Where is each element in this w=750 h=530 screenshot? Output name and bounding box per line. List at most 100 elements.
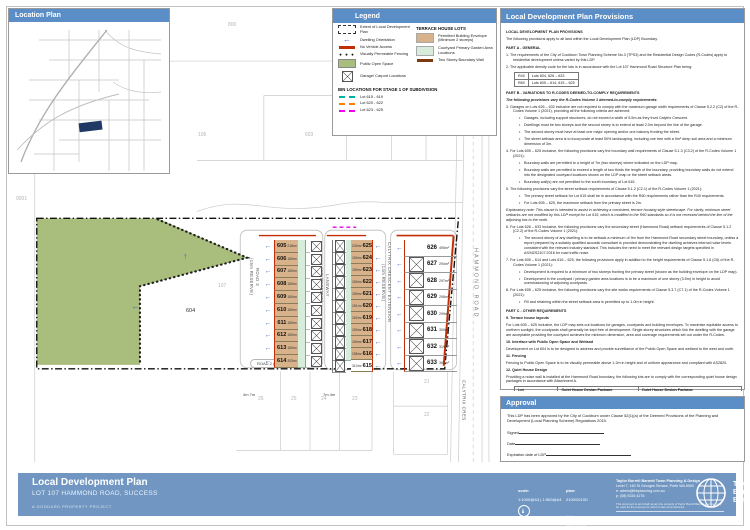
building-envelope: 609 150m² bbox=[274, 291, 298, 304]
dwelling-orientation-arrow bbox=[373, 243, 383, 250]
garage-location-icon bbox=[311, 254, 322, 265]
garage-location-icon bbox=[409, 306, 424, 321]
lot-number: 608 bbox=[277, 281, 286, 287]
garage-location-icon bbox=[335, 264, 345, 276]
provisions-blocks-a: LOCAL DEVELOPMENT PLAN PROVISIONSThe fol… bbox=[506, 30, 739, 69]
lot-number: 605 bbox=[277, 243, 286, 249]
legend-item: Courtyard Primary Garden Area Locations bbox=[416, 46, 495, 56]
lot-area: 150m² bbox=[352, 268, 362, 272]
survey-label: 9001 bbox=[16, 196, 27, 202]
legend-item: Extent of Local Development Plan bbox=[338, 25, 411, 34]
building-envelope: 153m² 618 bbox=[351, 324, 373, 336]
globe-logo-icon bbox=[694, 476, 728, 510]
sheet-subtitle: LOT 107 HAMMOND ROAD, SUCCESS bbox=[32, 490, 158, 497]
lot-area: 150m² bbox=[287, 333, 297, 337]
lot-area: 150m² bbox=[287, 308, 297, 312]
lot-row: 632 319m² bbox=[395, 339, 457, 356]
provision-text: The second storey must have at least one… bbox=[519, 130, 739, 135]
courtyard-strip bbox=[298, 265, 306, 279]
lot-area: 150m² bbox=[352, 256, 362, 260]
lot-area: 151m² bbox=[352, 304, 362, 308]
lot-area: 300m² bbox=[439, 328, 449, 332]
provisions-title: Local Development Plan Provisions bbox=[506, 12, 633, 21]
location-map bbox=[9, 22, 167, 171]
dwelling-orientation-arrow bbox=[262, 358, 274, 365]
courtyard-strip bbox=[298, 240, 306, 254]
building-envelope: 150m² 623 bbox=[351, 264, 373, 276]
provision-text: Boundary walls are permitted to exceed a… bbox=[519, 168, 739, 178]
lot-row: 153m² 618 bbox=[332, 324, 383, 336]
lot-row: 150m² 623 bbox=[332, 264, 383, 276]
table-cell: R60 bbox=[515, 79, 529, 86]
provision-text: PART C - OTHER REQUIREMENTS bbox=[506, 309, 739, 314]
lot-area: 150m² bbox=[352, 292, 362, 296]
lot-area: 319m² bbox=[439, 345, 449, 349]
building-envelope: 150m² 621 bbox=[351, 288, 373, 300]
bin-orange-icon bbox=[339, 103, 355, 105]
survey-label: 106 bbox=[198, 132, 206, 138]
provision-text: Development on Lot 604 is to be designed… bbox=[506, 347, 739, 352]
survey-label: 22 bbox=[424, 412, 430, 418]
provision-text: For Lots 605 – 625, the maximum setback … bbox=[519, 201, 739, 206]
laneway-gap bbox=[306, 355, 310, 369]
terrace-lots-heading: TERRACE HOUSE LOTS bbox=[416, 26, 495, 31]
legend-item: Two Storey Boundary Wall bbox=[416, 58, 495, 62]
garage-location-icon bbox=[409, 290, 424, 305]
bin-teal-icon bbox=[339, 96, 355, 98]
survey-label: 23 bbox=[352, 396, 358, 402]
boundary-wall-icon bbox=[417, 59, 433, 62]
courtyard-strip bbox=[298, 303, 306, 317]
location-plan-panel: Location Plan bbox=[8, 8, 170, 174]
legend-panel: Legend Extent of Local Development Plan … bbox=[332, 8, 497, 136]
garage-location-icon bbox=[311, 330, 322, 341]
lot-number: 632 bbox=[427, 344, 437, 350]
lot-number: 627 bbox=[427, 261, 437, 267]
lot-row: 151m² 620 bbox=[332, 300, 383, 312]
lot-row: 607 150m² bbox=[262, 266, 322, 279]
laneway-gap bbox=[306, 303, 310, 317]
lot-cell: 633 367m² bbox=[404, 356, 457, 373]
provision-text: Garages, including support structures, d… bbox=[519, 116, 739, 121]
bin-locations-heading: BIN LOCATIONS FOR STAGE 1 OF SUBDIVISION bbox=[338, 87, 496, 92]
signed-row: Signed bbox=[507, 429, 738, 435]
lot-row: 154m² 617 bbox=[332, 336, 383, 348]
building-envelope: 613 150m² bbox=[274, 342, 298, 355]
garage-location-icon bbox=[311, 292, 322, 303]
lot-row: 630 299m² bbox=[395, 306, 457, 323]
provision-text: 11. Fencing bbox=[506, 354, 739, 359]
dwelling-orientation-arrow bbox=[395, 245, 404, 252]
provision-text: 6. For Lots 626 – 633 inclusive, the fol… bbox=[506, 225, 739, 235]
provision-text: Boundary walls are permitted to a height… bbox=[519, 161, 739, 166]
provision-text: PART A - GENERAL bbox=[506, 46, 739, 51]
lot-area: 150m² bbox=[287, 295, 297, 299]
garage-location-icon bbox=[335, 324, 345, 336]
provision-text: PART B - VARIATIONS TO R-CODES DEEMED-TO… bbox=[506, 91, 739, 96]
legend-item: ← Dwelling Orientation bbox=[338, 37, 411, 43]
project-tagline: A GODDARD PROPERTY PROJECT bbox=[32, 504, 112, 509]
provision-text: The street setback area is to incorporat… bbox=[519, 137, 739, 147]
lot-area: 150m² bbox=[352, 280, 362, 284]
lot-number: 616 bbox=[363, 351, 372, 357]
survey-label: 604 bbox=[186, 308, 195, 314]
legend-item: Lot 623 - 625 bbox=[338, 108, 496, 112]
sheet-title: Local Development Plan bbox=[32, 477, 148, 488]
building-envelope: 612 150m² bbox=[274, 330, 298, 343]
provision-text: Development in the courtyard / primary g… bbox=[519, 277, 739, 287]
provision-text: Fill and retaining within the street set… bbox=[519, 300, 739, 305]
provision-text: 8. For Lots 605 – 625 inclusive, the fol… bbox=[506, 288, 739, 298]
lot-area: 155m² bbox=[352, 352, 362, 356]
dwelling-orientation-arrow bbox=[373, 315, 383, 322]
legend-item: No Vehicle Access bbox=[338, 45, 411, 49]
lot-row: 155m² 616 bbox=[332, 348, 383, 360]
road3-label: ROAD 3(15m RESERVE) bbox=[248, 258, 260, 295]
lot-row: 152m² 619 bbox=[332, 312, 383, 324]
lot-area: 154m² bbox=[352, 340, 362, 344]
laneway-gap bbox=[306, 342, 310, 356]
dwelling-orientation-arrow bbox=[262, 243, 274, 250]
garage-location-icon bbox=[311, 318, 322, 329]
lot-row: 627 294m² bbox=[395, 257, 457, 274]
garage-location-icon bbox=[335, 336, 345, 348]
survey-label: 21 bbox=[424, 379, 430, 385]
lot-number: 613 bbox=[277, 345, 286, 351]
hammond-road-label: HAMMOND ROAD bbox=[471, 248, 479, 318]
